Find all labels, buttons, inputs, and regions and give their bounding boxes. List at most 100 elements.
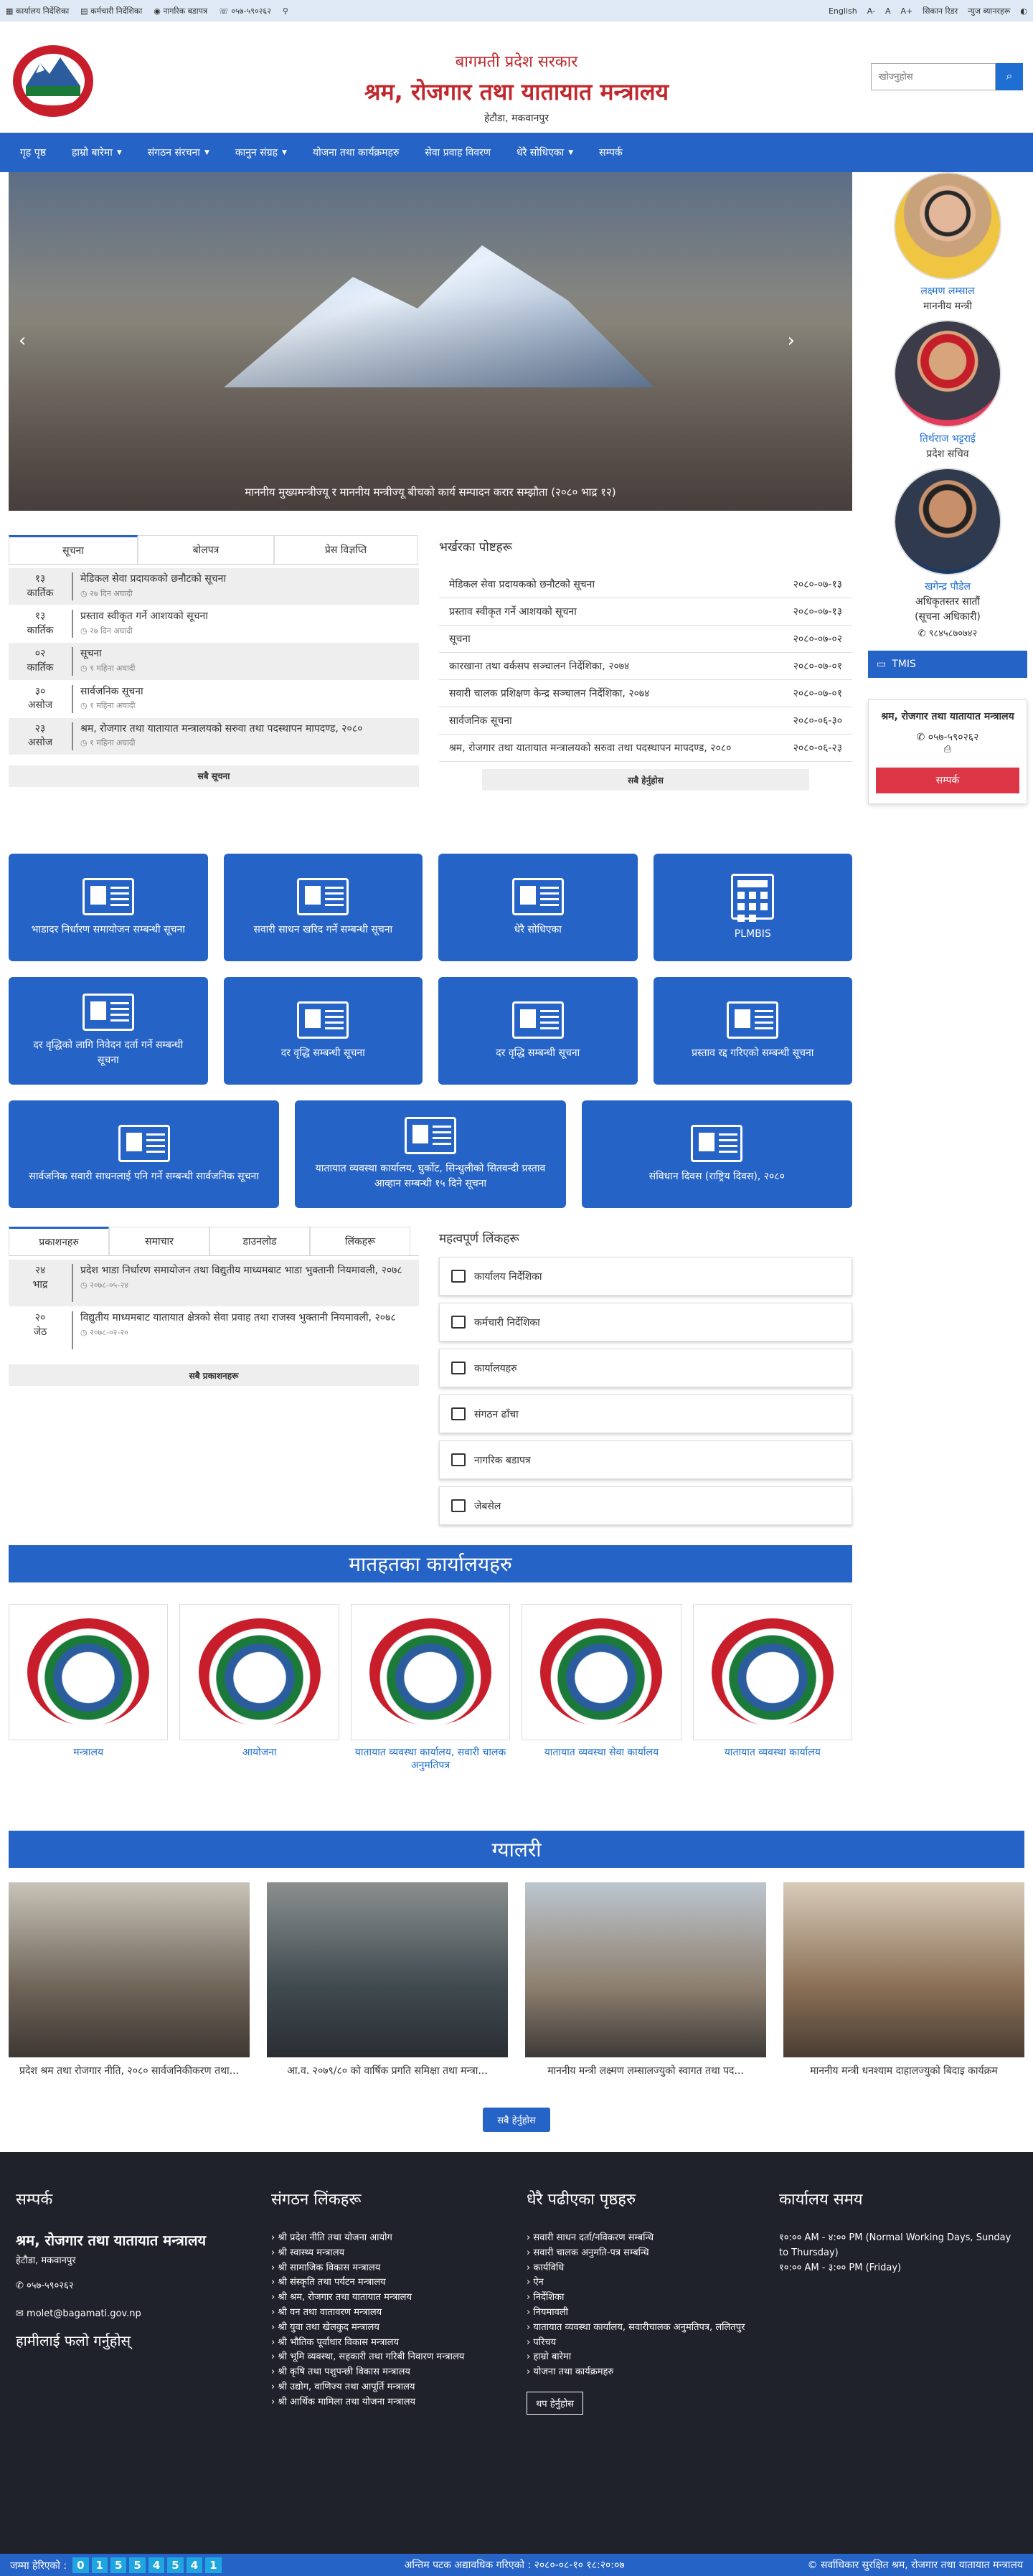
citizen-charter-link[interactable]: ◉ नागरिक बडापत्र: [154, 6, 207, 16]
footer-link[interactable]: › श्री सामाजिक विकास मन्त्रालय: [271, 2261, 508, 2276]
list-item[interactable]: कारखाना तथा वर्कसप सञ्चालन निर्देशिका, २…: [439, 653, 852, 680]
contrast-icon[interactable]: ◐: [1020, 6, 1027, 16]
footer-link[interactable]: › श्री वन तथा वातावरण मन्त्रालय: [271, 2306, 508, 2321]
official-name[interactable]: लक्ष्मण लम्साल: [868, 284, 1027, 298]
tmis-link[interactable]: ▭ TMIS: [868, 651, 1027, 678]
quick-card[interactable]: सवारी साधन खरिद गर्ने सम्बन्धी सूचना: [223, 854, 423, 961]
list-item[interactable]: प्रस्ताव स्वीकृत गर्ने आशयको सूचना २०८०-०…: [439, 598, 852, 626]
office-item[interactable]: मन्त्रालय: [9, 1604, 169, 1772]
news-banner-link[interactable]: न्युज ब्यानरहरू: [968, 6, 1010, 16]
tab-links[interactable]: लिंकहरू: [310, 1227, 410, 1255]
screen-reader-link[interactable]: सिकान रिडर: [923, 6, 958, 16]
slider-prev-icon[interactable]: ‹: [19, 330, 26, 352]
office-directory-link[interactable]: ▦ कार्यालय निर्देशिका: [6, 6, 69, 16]
footer-link[interactable]: › श्री कृषि तथा पशुपन्छी विकास मन्त्रालय: [271, 2365, 508, 2380]
quick-card[interactable]: सार्वजनिक सवारी साधनलाई पनि गर्ने सम्बन्…: [9, 1100, 280, 1208]
footer-page-link[interactable]: › सवारी साधन दर्ता/नविकरण सम्बन्धि: [527, 2231, 756, 2246]
list-item[interactable]: २४ भाद्र प्रदेश भाडा निर्धारण समायोजन तथा …: [9, 1260, 419, 1307]
nav-about[interactable]: हाम्रो बारेमा ▼: [62, 133, 138, 172]
footer-link[interactable]: › श्री संस्कृति तथा पर्यटन मन्त्रालय: [271, 2275, 508, 2290]
language-english[interactable]: English: [829, 6, 857, 16]
nav-home[interactable]: गृह पृष्ठ: [10, 133, 62, 172]
quick-card[interactable]: दर वृद्धि सम्बन्धी सूचना: [223, 977, 423, 1085]
official-name[interactable]: खगेन्द्र पौडेल: [868, 580, 1027, 593]
footer-link[interactable]: › श्री भौतिक पूर्वाधार विकास मन्त्रालय: [271, 2336, 508, 2351]
link-item[interactable]: कार्यालय निर्देशिका: [439, 1257, 852, 1296]
footer-page-link[interactable]: › ऐन: [527, 2275, 756, 2290]
footer-more-button[interactable]: थप हेर्नुहोस: [527, 2391, 583, 2415]
footer-link[interactable]: › श्री श्रम, रोजगार तथा यातायात मन्त्राल…: [271, 2290, 508, 2306]
list-item[interactable]: सवारी चालक प्रशिक्षण केन्द्र सञ्चालन निर…: [439, 680, 852, 707]
gallery-item[interactable]: माननीय मन्त्री धनश्याम दाहालज्युको बिदाइ…: [783, 1882, 1024, 2079]
quick-card[interactable]: धेरै सोधिएका: [438, 854, 638, 961]
list-item[interactable]: ३० असोज सार्वजनिक सूचना ◷ १ महिना अघादी: [9, 681, 419, 718]
tab-downloads[interactable]: डाउनलोड: [209, 1227, 310, 1255]
quick-card[interactable]: प्रस्ताव रद्द गरिएको सम्बन्धी सूचना: [653, 977, 852, 1085]
nav-services[interactable]: सेवा प्रवाह विवरण: [415, 133, 506, 172]
list-item[interactable]: २० जेठ विद्युतीय माध्यमबाट यातायात क्षेत्र…: [9, 1307, 419, 1354]
office-item[interactable]: यातायात व्यवस्था कार्यालय: [692, 1604, 853, 1772]
office-item[interactable]: यातायात व्यवस्था सेवा कार्यालय: [522, 1604, 681, 1772]
list-item[interactable]: १३ कार्तिक प्रस्ताव स्वीकृत गर्ने आशयको सू…: [9, 605, 419, 643]
nav-plans[interactable]: योजना तथा कार्यक्रमहरु: [303, 133, 415, 172]
office-item[interactable]: आयोजना: [179, 1604, 339, 1772]
tab-news[interactable]: समाचार: [109, 1227, 209, 1255]
nav-faq[interactable]: धेरै सोधिएका ▼: [506, 133, 589, 172]
link-item[interactable]: संगठन ढाँचा: [439, 1395, 852, 1433]
footer-link[interactable]: › श्री स्वास्थ्य मन्त्रालय: [271, 2246, 508, 2261]
nav-organization[interactable]: संगठन संरचना ▼: [138, 133, 225, 172]
footer-page-link[interactable]: › परिचय: [527, 2336, 756, 2351]
footer-email[interactable]: ✉ molet@bagamati.gov.np: [16, 2307, 231, 2322]
font-increase[interactable]: A+: [901, 6, 913, 16]
font-normal[interactable]: A: [885, 6, 891, 16]
tab-publications[interactable]: प्रकाशनहरु: [9, 1227, 109, 1255]
list-item[interactable]: २३ असोज श्रम, रोजगार तथा यातायात मन्त्रालय…: [9, 717, 419, 755]
office-item[interactable]: यातायात व्यवस्था कार्यालय, सवारी चालक अन…: [350, 1604, 511, 1772]
footer-link[interactable]: › श्री प्रदेश नीति तथा योजना आयोग: [271, 2231, 508, 2246]
quick-card[interactable]: संविधान दिवस (राष्ट्रिय दिवस), २०८०: [581, 1100, 852, 1208]
list-item[interactable]: सार्वजनिक सूचना २०८०-०६-३०: [439, 707, 852, 735]
footer-page-link[interactable]: › सवारी चालक अनुमति-पत्र सम्बन्धि: [527, 2246, 756, 2261]
footer-link[interactable]: › श्री उद्योग, वाणिज्य तथा आपूर्ति मन्त्…: [271, 2380, 508, 2395]
nav-contact[interactable]: सम्पर्क: [589, 133, 638, 172]
contact-button[interactable]: सम्पर्क: [876, 767, 1019, 793]
list-item[interactable]: मेडिकल सेवा प्रदायकको छनौटको सूचना २०८०-०…: [439, 571, 852, 598]
staff-directory-link[interactable]: ▤ कर्मचारी निर्देशिका: [80, 6, 142, 16]
footer-page-link[interactable]: › कार्यविधि: [527, 2261, 756, 2276]
gallery-more-button[interactable]: सबै हेर्नुहोस: [483, 2108, 550, 2132]
quick-card[interactable]: दर वृद्धि सम्बन्धी सूचना: [438, 977, 638, 1085]
footer-link[interactable]: › श्री युवा तथा खेलकुद मन्त्रालय: [271, 2321, 508, 2336]
search-input[interactable]: [871, 63, 996, 90]
gallery-item[interactable]: प्रदेश श्रम तथा रोजगार नीति, २०८० सार्वज…: [9, 1882, 250, 2079]
quick-card[interactable]: दर वृद्धिको लागि निवेदन दर्ता गर्ने सम्ब…: [9, 977, 208, 1085]
gallery-item[interactable]: माननीय मन्त्री लक्ष्मण लम्सालज्युको स्वा…: [525, 1882, 766, 2079]
quick-card[interactable]: यातायात व्यवस्था कार्यालय, घुर्कोट, सिन्…: [295, 1100, 566, 1208]
official-name[interactable]: तिर्थराज भट्टराई: [868, 432, 1027, 445]
footer-page-link[interactable]: › यातायात व्यवस्था कार्यालय, सवारीचालक अ…: [527, 2321, 756, 2336]
font-decrease[interactable]: A-: [867, 6, 875, 16]
tab-notices[interactable]: सूचना: [9, 535, 138, 564]
all-posts-button[interactable]: सबै हेर्नुहोस: [482, 769, 809, 791]
quick-card[interactable]: भाडादर निर्धारण समायोजन सम्बन्धी सूचना: [9, 854, 208, 961]
list-item[interactable]: ०२ कार्तिक सूचना ◷ १ महिना अघादी: [9, 643, 419, 681]
all-notices-button[interactable]: सबै सूचना: [9, 765, 419, 787]
gallery-item[interactable]: आ.व. २०७९/८० को वार्षिक प्रगति समिक्षा त…: [267, 1882, 508, 2079]
tab-tenders[interactable]: बोलपत्र: [138, 535, 274, 564]
all-publications-button[interactable]: सबै प्रकाशनहरू: [9, 1364, 419, 1386]
footer-page-link[interactable]: › निर्देशिका: [527, 2290, 756, 2306]
slider-next-icon[interactable]: ›: [788, 330, 795, 352]
footer-page-link[interactable]: › हाम्रो बारेमा: [527, 2350, 756, 2365]
link-item[interactable]: कार्यालयहरु: [439, 1349, 852, 1387]
tab-press[interactable]: प्रेस विज्ञप्ति: [274, 535, 418, 564]
footer-page-link[interactable]: › नियमावली: [527, 2306, 756, 2321]
search-button[interactable]: ⌕: [996, 63, 1023, 90]
footer-page-link[interactable]: › योजना तथा कार्यक्रमहरु: [527, 2365, 756, 2380]
list-item[interactable]: सूचना २०८०-०७-०२: [439, 626, 852, 653]
quick-card[interactable]: PLMBIS: [653, 854, 852, 961]
footer-link[interactable]: › श्री भूमि व्यवस्था, सहकारी तथा गरिबी न…: [271, 2350, 508, 2365]
nav-laws[interactable]: कानुन संग्रह ▼: [225, 133, 303, 172]
list-item[interactable]: १३ कार्तिक मेडिकल सेवा प्रदायकको छनौटको सू…: [9, 568, 419, 606]
list-item[interactable]: श्रम, रोजगार तथा यातायात मन्त्रालयको सरु…: [439, 735, 852, 762]
link-item[interactable]: कर्मचारी निर्देशिका: [439, 1303, 852, 1341]
footer-link[interactable]: › श्री आर्थिक मामिला तथा योजना मन्त्रालय: [271, 2395, 508, 2410]
